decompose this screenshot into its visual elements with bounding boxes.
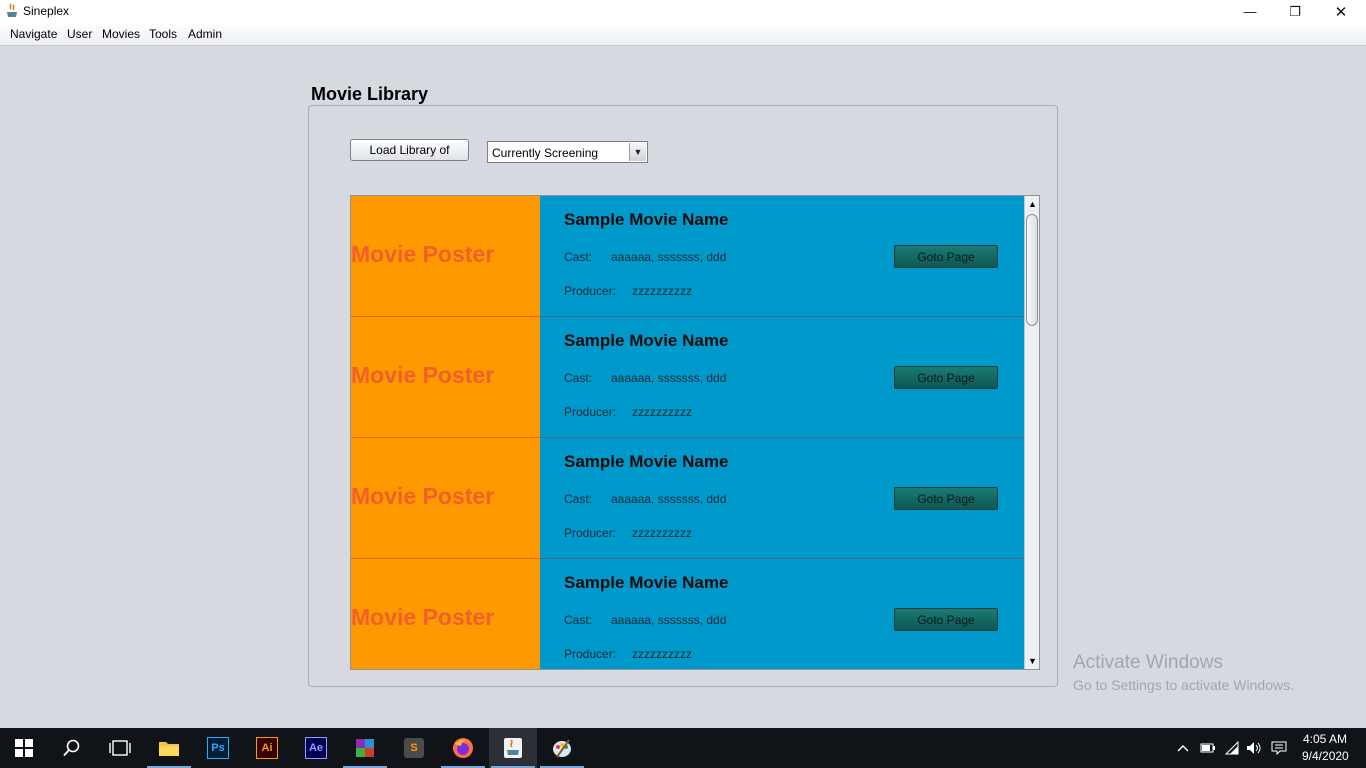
windows-start-button[interactable] <box>0 728 48 768</box>
scroll-down-icon[interactable]: ▼ <box>1025 653 1039 669</box>
movie-row: Movie Poster Sample Movie Name Cast: aaa… <box>351 438 1025 559</box>
cast-label: Cast: <box>564 250 593 264</box>
movie-info: Sample Movie Name Cast: aaaaaa, sssssss,… <box>540 559 1025 669</box>
cast-value: aaaaaa, sssssss, ddd <box>611 613 727 627</box>
title-bar: Sineplex — ❐ ✕ <box>0 0 1366 23</box>
producer-label: Producer: <box>564 526 617 540</box>
movie-poster-label: Movie Poster <box>351 362 495 388</box>
movie-row: Movie Poster Sample Movie Name Cast: aaa… <box>351 559 1025 669</box>
battery-icon[interactable] <box>1198 728 1218 768</box>
movie-poster-label: Movie Poster <box>351 604 495 630</box>
taskbar-app-file-explorer[interactable] <box>145 728 193 768</box>
movie-info: Sample Movie Name Cast: aaaaaa, sssssss,… <box>540 196 1025 317</box>
wifi-icon[interactable] <box>1222 728 1242 768</box>
search-icon <box>63 739 80 757</box>
taskbar-app-winrar[interactable] <box>341 728 389 768</box>
movie-poster: Movie Poster <box>351 196 540 317</box>
action-center-icon[interactable] <box>1268 728 1290 768</box>
volume-icon[interactable] <box>1244 728 1264 768</box>
producer-label: Producer: <box>564 647 617 661</box>
movie-poster: Movie Poster <box>351 438 540 559</box>
scroll-thumb[interactable] <box>1026 214 1038 326</box>
taskbar-app-after-effects[interactable]: Ae <box>292 728 340 768</box>
menu-navigate[interactable]: Navigate <box>10 27 57 41</box>
taskbar-app-firefox[interactable] <box>439 728 487 768</box>
cast-label: Cast: <box>564 613 593 627</box>
movie-row: Movie Poster Sample Movie Name Cast: aaa… <box>351 317 1025 438</box>
windows-logo-icon <box>15 739 33 757</box>
menu-bar: Navigate User Movies Tools Admin <box>0 23 1366 46</box>
scroll-up-icon[interactable]: ▲ <box>1025 196 1039 212</box>
menu-admin[interactable]: Admin <box>188 27 222 41</box>
maximize-button[interactable]: ❐ <box>1272 0 1318 23</box>
task-view-icon <box>109 740 131 756</box>
movie-info: Sample Movie Name Cast: aaaaaa, sssssss,… <box>540 438 1025 559</box>
cast-value: aaaaaa, sssssss, ddd <box>611 371 727 385</box>
close-button[interactable]: ✕ <box>1318 0 1364 23</box>
after-effects-icon: Ae <box>305 737 327 759</box>
minimize-button[interactable]: — <box>1227 0 1273 23</box>
java-icon <box>504 738 522 758</box>
movie-poster-label: Movie Poster <box>351 241 495 267</box>
show-hidden-icons-chevron-icon[interactable] <box>1174 728 1192 768</box>
taskbar-app-java[interactable] <box>489 728 537 768</box>
clock-time[interactable]: 4:05 AM <box>1303 732 1347 746</box>
producer-label: Producer: <box>564 284 617 298</box>
movie-name: Sample Movie Name <box>564 573 729 592</box>
cast-label: Cast: <box>564 371 593 385</box>
photoshop-icon: Ps <box>207 737 229 759</box>
cast-value: aaaaaa, sssssss, ddd <box>611 492 727 506</box>
window-title: Sineplex <box>23 4 70 18</box>
producer-value: zzzzzzzzzz <box>632 526 692 540</box>
activation-watermark-subtitle: Go to Settings to activate Windows. <box>1073 677 1294 693</box>
task-view-button[interactable] <box>96 728 144 768</box>
taskbar-search-button[interactable] <box>48 728 96 768</box>
movie-name: Sample Movie Name <box>564 210 729 229</box>
producer-value: zzzzzzzzzz <box>632 405 692 419</box>
producer-label: Producer: <box>564 405 617 419</box>
movie-poster: Movie Poster <box>351 559 540 669</box>
load-library-button[interactable]: Load Library of <box>350 139 469 161</box>
library-filter-select[interactable]: Currently Screening ▼ <box>487 141 648 163</box>
taskbar-app-paint[interactable] <box>538 728 586 768</box>
menu-movies[interactable]: Movies <box>102 27 140 41</box>
goto-page-button[interactable]: Goto Page <box>894 487 998 510</box>
firefox-icon <box>453 738 473 758</box>
dropdown-arrow-icon[interactable]: ▼ <box>629 143 646 161</box>
taskbar: Ps Ai Ae S <box>0 728 1366 768</box>
movie-poster-label: Movie Poster <box>351 483 495 509</box>
paint-palette-icon <box>553 739 571 758</box>
illustrator-icon: Ai <box>256 737 278 759</box>
movie-row: Movie Poster Sample Movie Name Cast: aaa… <box>351 196 1025 317</box>
goto-page-button[interactable]: Goto Page <box>894 366 998 389</box>
taskbar-app-illustrator[interactable]: Ai <box>243 728 291 768</box>
library-filter-value: Currently Screening <box>492 146 599 160</box>
menu-user[interactable]: User <box>67 27 92 41</box>
taskbar-app-photoshop[interactable]: Ps <box>194 728 242 768</box>
java-app-icon <box>7 3 17 17</box>
activation-watermark-title: Activate Windows <box>1073 652 1223 673</box>
list-scrollbar[interactable]: ▲ ▼ <box>1024 196 1039 669</box>
producer-value: zzzzzzzzzz <box>632 284 692 298</box>
cast-label: Cast: <box>564 492 593 506</box>
goto-page-button[interactable]: Goto Page <box>894 608 998 631</box>
movie-info: Sample Movie Name Cast: aaaaaa, sssssss,… <box>540 317 1025 438</box>
taskbar-app-sublime-text[interactable]: S <box>390 728 438 768</box>
movie-name: Sample Movie Name <box>564 331 729 350</box>
menu-tools[interactable]: Tools <box>149 27 177 41</box>
clock-date[interactable]: 9/4/2020 <box>1302 749 1349 763</box>
winrar-icon <box>356 739 374 757</box>
movie-name: Sample Movie Name <box>564 452 729 471</box>
page-title: Movie Library <box>311 84 429 104</box>
producer-value: zzzzzzzzzz <box>632 647 692 661</box>
cast-value: aaaaaa, sssssss, ddd <box>611 250 727 264</box>
sublime-text-icon: S <box>404 738 424 758</box>
movie-list: Movie Poster Sample Movie Name Cast: aaa… <box>350 195 1040 670</box>
folder-icon <box>159 742 179 756</box>
movie-poster: Movie Poster <box>351 317 540 438</box>
goto-page-button[interactable]: Goto Page <box>894 245 998 268</box>
